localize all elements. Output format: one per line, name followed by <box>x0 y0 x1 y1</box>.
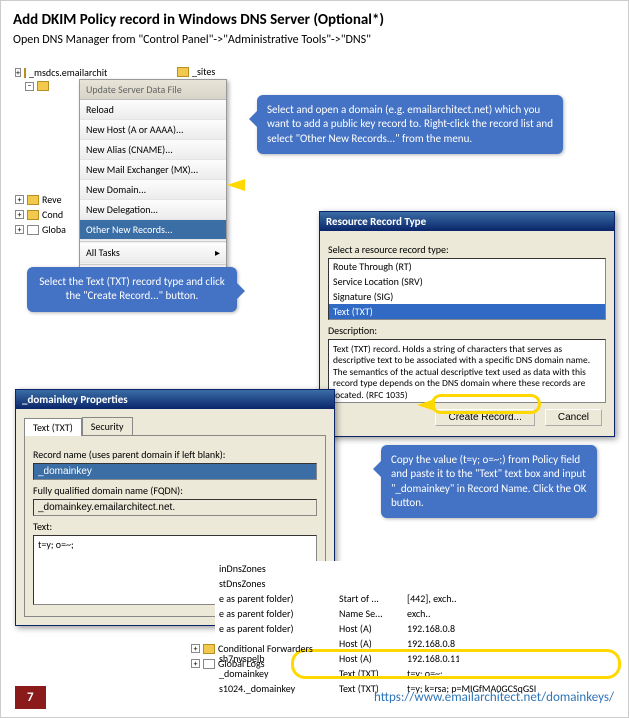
zone-label: stDnsZones <box>215 576 335 591</box>
tree-label[interactable]: _msdcs.emailarchit <box>29 66 107 79</box>
extra-tree: + Conditional Forwarders + Global Logs <box>191 641 313 671</box>
select-type-label: Select a resource record type: <box>328 243 606 256</box>
folder-icon <box>37 81 49 91</box>
table-row[interactable]: e as parent folder)Start of ...[442], ex… <box>215 591 625 606</box>
record-name-label: Record name (uses parent domain if left … <box>33 448 317 461</box>
context-menu: Update Server Data File Reload New Host … <box>79 79 227 287</box>
page-title: Add DKIM Policy record in Windows DNS Se… <box>1 1 628 33</box>
description-label: Description: <box>328 324 606 337</box>
zone-label: inDnsZones <box>215 561 335 576</box>
dialog-title: Resource Record Type <box>320 212 614 231</box>
separator <box>80 241 226 242</box>
fqdn-input[interactable] <box>33 499 317 516</box>
callout-copy-value: Copy the value (t=y; o=~;) from Policy f… <box>381 445 597 518</box>
dns-records-list: inDnsZones stDnsZones e as parent folder… <box>215 561 625 696</box>
tree-label[interactable]: Reve <box>42 193 62 206</box>
yellow-arrow-icon <box>417 399 435 411</box>
dns-tree: +_msdcs.emailarchit − +Reve +Cond +Globa <box>15 65 75 225</box>
tree-label: _sites <box>192 65 215 78</box>
description-box: Text (TXT) record. Holds a string of cha… <box>328 339 606 403</box>
tree-label[interactable]: Global Logs <box>218 657 265 670</box>
footer: 7 https://www.emailarchitect.net/domaink… <box>1 678 628 717</box>
collapse-icon[interactable]: − <box>25 82 34 91</box>
folder-icon <box>203 644 215 654</box>
callout-select-domain: Select and open a domain (e.g. emailarch… <box>257 95 563 154</box>
list-item-selected[interactable]: Text (TXT) <box>329 304 605 319</box>
log-icon <box>203 659 215 669</box>
list-item[interactable]: Route Through (RT) <box>329 259 605 274</box>
tree-label[interactable]: Conditional Forwarders <box>218 642 313 655</box>
yellow-arrow-icon <box>227 179 245 191</box>
ctx-new-domain[interactable]: New Domain... <box>80 180 226 200</box>
record-type-listbox[interactable]: Route Through (RT) Service Location (SRV… <box>328 258 606 320</box>
footer-link[interactable]: https://www.emailarchitect.net/domainkey… <box>374 690 614 705</box>
log-icon <box>27 225 39 235</box>
tab-security[interactable]: Security <box>82 417 133 435</box>
expand-icon[interactable]: + <box>15 195 24 204</box>
folder-icon <box>27 210 39 220</box>
tree-label[interactable]: Cond <box>42 208 63 221</box>
list-item[interactable]: Well Known Services (WKS) <box>329 319 605 320</box>
tree-label[interactable]: Globa <box>42 223 66 236</box>
fqdn-label: Fully qualified domain name (FQDN): <box>33 484 317 497</box>
expand-icon[interactable]: + <box>191 659 200 668</box>
ctx-new-delegation[interactable]: New Delegation... <box>80 200 226 220</box>
folder-icon <box>27 195 39 205</box>
callout-select-txt: Select the Text (TXT) record type and cl… <box>27 267 237 312</box>
separator <box>80 264 226 265</box>
ctx-new-mx[interactable]: New Mail Exchanger (MX)... <box>80 160 226 180</box>
expand-icon[interactable]: + <box>15 225 24 234</box>
ctx-other-new-records[interactable]: Other New Records... <box>80 220 226 240</box>
folder-icon <box>24 68 26 78</box>
text-label: Text: <box>33 520 317 533</box>
ctx-new-alias[interactable]: New Alias (CNAME)... <box>80 140 226 160</box>
table-row[interactable]: e as parent folder)Host (A)192.168.0.8 <box>215 621 625 636</box>
table-row[interactable]: e as parent folder)Name Se...exch.. <box>215 606 625 621</box>
tab-text-txt[interactable]: Text (TXT) <box>24 418 82 436</box>
page-subtitle: Open DNS Manager from "Control Panel"->"… <box>1 33 628 55</box>
ctx-header: Update Server Data File <box>80 80 226 100</box>
create-record-button[interactable]: Create Record... <box>435 409 534 426</box>
ctx-new-host[interactable]: New Host (A or AAAA)... <box>80 120 226 140</box>
folder-icon <box>177 67 189 77</box>
expand-icon[interactable]: + <box>15 210 24 219</box>
resource-record-type-dialog: Resource Record Type Select a resource r… <box>319 211 615 437</box>
expand-icon[interactable]: + <box>15 68 21 77</box>
dialog-title: _domainkey Properties <box>16 390 334 409</box>
list-item[interactable]: Signature (SIG) <box>329 289 605 304</box>
ctx-all-tasks[interactable]: All Tasks ▸ <box>80 243 226 263</box>
cancel-button[interactable]: Cancel <box>545 409 602 426</box>
list-item[interactable]: Service Location (SRV) <box>329 274 605 289</box>
record-name-input[interactable] <box>33 463 317 480</box>
expand-icon[interactable]: + <box>191 644 200 653</box>
page-number: 7 <box>15 686 46 709</box>
ctx-reload[interactable]: Reload <box>80 100 226 120</box>
